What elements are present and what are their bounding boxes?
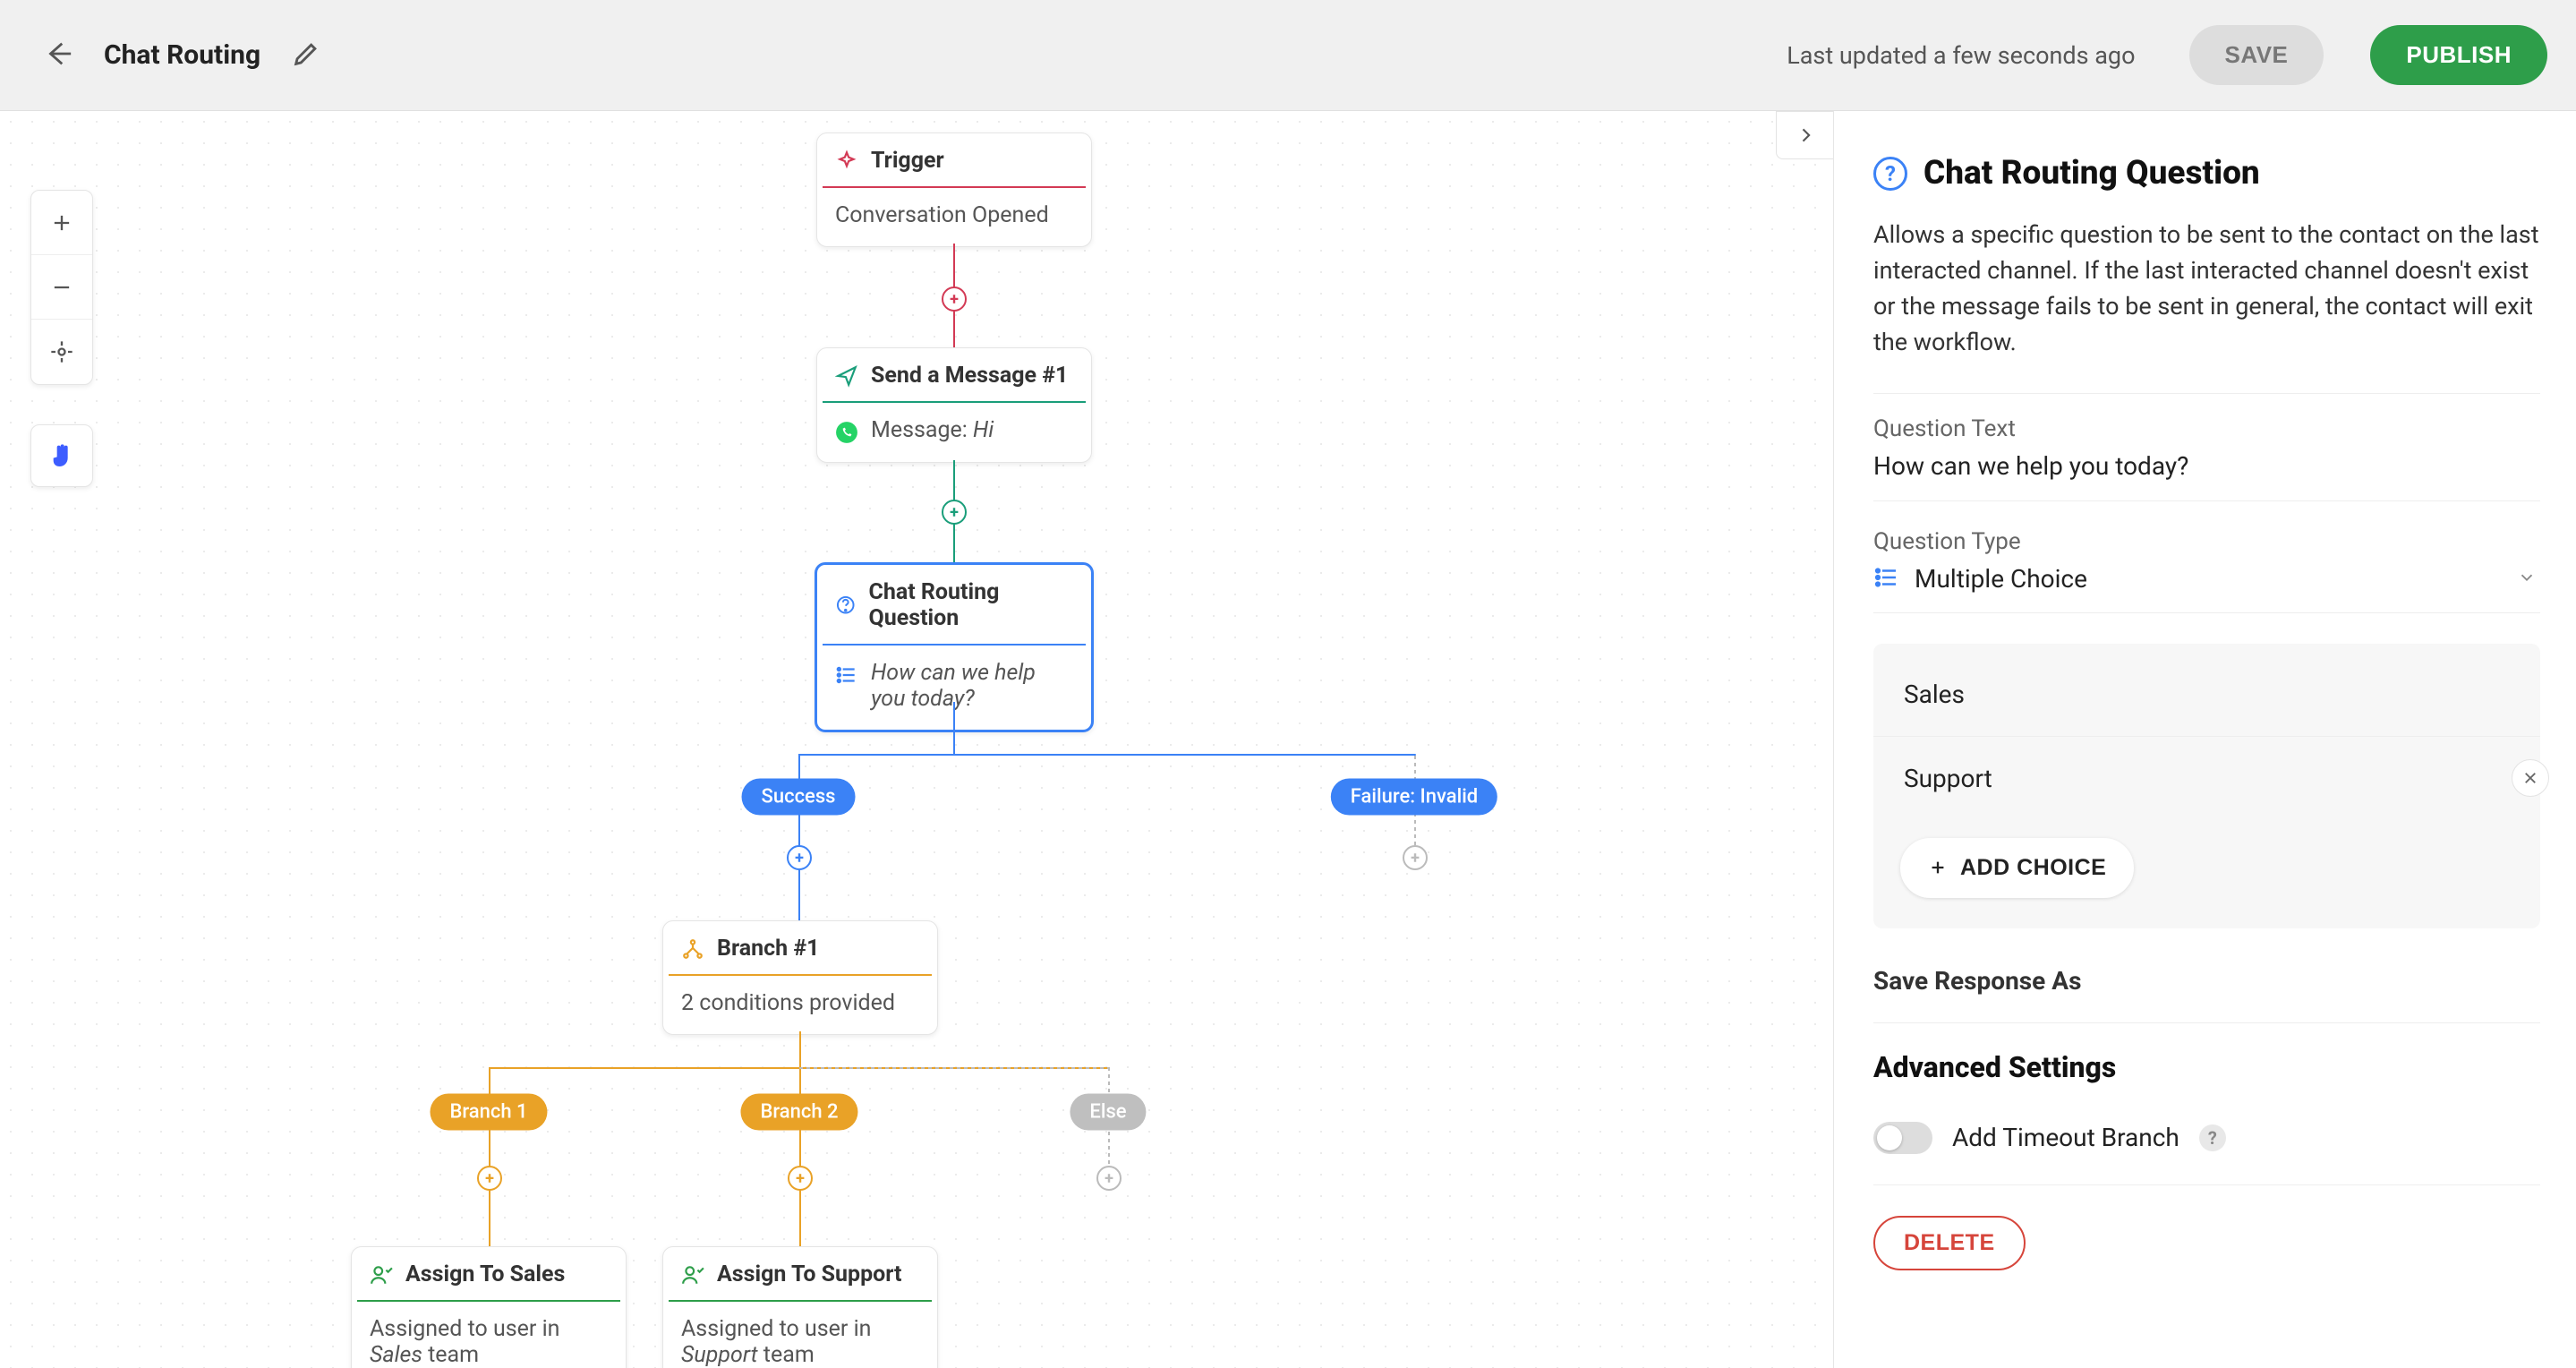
delete-button[interactable]: DELETE (1873, 1216, 2026, 1270)
question-type-value: Multiple Choice (1915, 564, 2540, 594)
save-response-as-label[interactable]: Save Response As (1873, 966, 2540, 996)
node-title: Assign To Sales (405, 1261, 565, 1287)
collapse-panel-button[interactable] (1776, 111, 1833, 159)
node-body: Conversation Opened (835, 202, 1049, 228)
properties-panel: ? Chat Routing Question Allows a specifi… (1833, 111, 2576, 1368)
add-step-button[interactable]: + (787, 845, 812, 870)
advanced-settings-heading: Advanced Settings (1873, 1050, 2540, 1084)
node-send-message[interactable]: Send a Message #1 Message: Hi (816, 347, 1092, 463)
question-type-select[interactable]: Multiple Choice (1873, 560, 2540, 613)
workflow-canvas[interactable]: Trigger Conversation Opened + Send a Mes… (0, 111, 1833, 1368)
save-button[interactable]: SAVE (2189, 25, 2324, 85)
add-choice-button[interactable]: ADD CHOICE (1900, 838, 2134, 898)
pill-branch-1: Branch 1 (430, 1094, 547, 1131)
node-body: Assigned to user in Support team (681, 1316, 919, 1368)
node-body: Message: Hi (871, 417, 994, 443)
pan-tool-button[interactable] (30, 424, 93, 487)
node-title: Branch #1 (717, 936, 820, 962)
node-body: How can we help you today? (871, 660, 1073, 712)
node-branch[interactable]: Branch #1 2 conditions provided (662, 920, 938, 1035)
pill-branch-2: Branch 2 (740, 1094, 857, 1131)
whatsapp-icon (835, 421, 858, 444)
choice-label: Support (1904, 764, 1992, 793)
back-icon[interactable] (43, 38, 73, 73)
node-body: Assigned to user in Sales team (370, 1316, 608, 1368)
zoom-out-button[interactable] (31, 255, 92, 320)
panel-title: Chat Routing Question (1923, 154, 2260, 192)
recenter-button[interactable] (31, 320, 92, 384)
node-title: Trigger (871, 148, 944, 174)
remove-choice-button[interactable] (2512, 759, 2549, 797)
add-step-button[interactable]: + (788, 1166, 813, 1191)
top-bar: Chat Routing Last updated a few seconds … (0, 0, 2576, 111)
choice-row[interactable]: Sales (1873, 653, 2540, 737)
branch-icon (681, 937, 704, 961)
user-assign-icon (370, 1263, 393, 1287)
timeout-toggle[interactable] (1873, 1122, 1932, 1154)
node-assign-sales[interactable]: Assign To Sales Assigned to user in Sale… (351, 1246, 627, 1368)
node-title: Send a Message #1 (871, 363, 1068, 389)
help-icon[interactable]: ? (2199, 1124, 2226, 1151)
choices-container: Sales Support ADD CHOICE (1873, 644, 2540, 928)
choice-label: Sales (1904, 680, 1965, 709)
node-title: Chat Routing Question (868, 579, 1073, 631)
add-step-button[interactable]: + (477, 1166, 502, 1191)
zoom-controls (30, 190, 93, 385)
page-title: Chat Routing (104, 39, 260, 71)
question-text-input[interactable]: How can we help you today? (1873, 448, 2540, 501)
node-trigger[interactable]: Trigger Conversation Opened (816, 133, 1092, 247)
question-text-label: Question Text (1873, 415, 2540, 442)
node-assign-support[interactable]: Assign To Support Assigned to user in Su… (662, 1246, 938, 1368)
pill-failure: Failure: Invalid (1331, 779, 1497, 816)
node-title: Assign To Support (717, 1261, 902, 1287)
send-icon (835, 364, 858, 388)
list-icon (835, 663, 858, 687)
pill-success: Success (742, 779, 856, 816)
question-icon (835, 594, 856, 617)
question-icon: ? (1873, 157, 1907, 191)
add-step-button[interactable]: + (942, 500, 967, 525)
add-step-button[interactable]: + (942, 286, 967, 312)
zoom-in-button[interactable] (31, 191, 92, 255)
add-step-button[interactable]: + (1096, 1166, 1122, 1191)
edit-icon[interactable] (291, 38, 321, 73)
pill-else: Else (1070, 1094, 1146, 1131)
add-step-button[interactable]: + (1403, 845, 1428, 870)
timeout-toggle-label: Add Timeout Branch (1952, 1123, 2179, 1152)
question-type-label: Question Type (1873, 528, 2540, 555)
publish-button[interactable]: PUBLISH (2370, 25, 2547, 85)
spark-icon (835, 150, 858, 173)
choice-row[interactable]: Support (1873, 737, 2540, 820)
node-body: 2 conditions provided (681, 990, 895, 1016)
user-assign-icon (681, 1263, 704, 1287)
last-updated-text: Last updated a few seconds ago (1787, 41, 2135, 70)
list-icon (1873, 564, 1900, 594)
panel-description: Allows a specific question to be sent to… (1873, 218, 2540, 361)
chevron-down-icon (2517, 568, 2537, 591)
